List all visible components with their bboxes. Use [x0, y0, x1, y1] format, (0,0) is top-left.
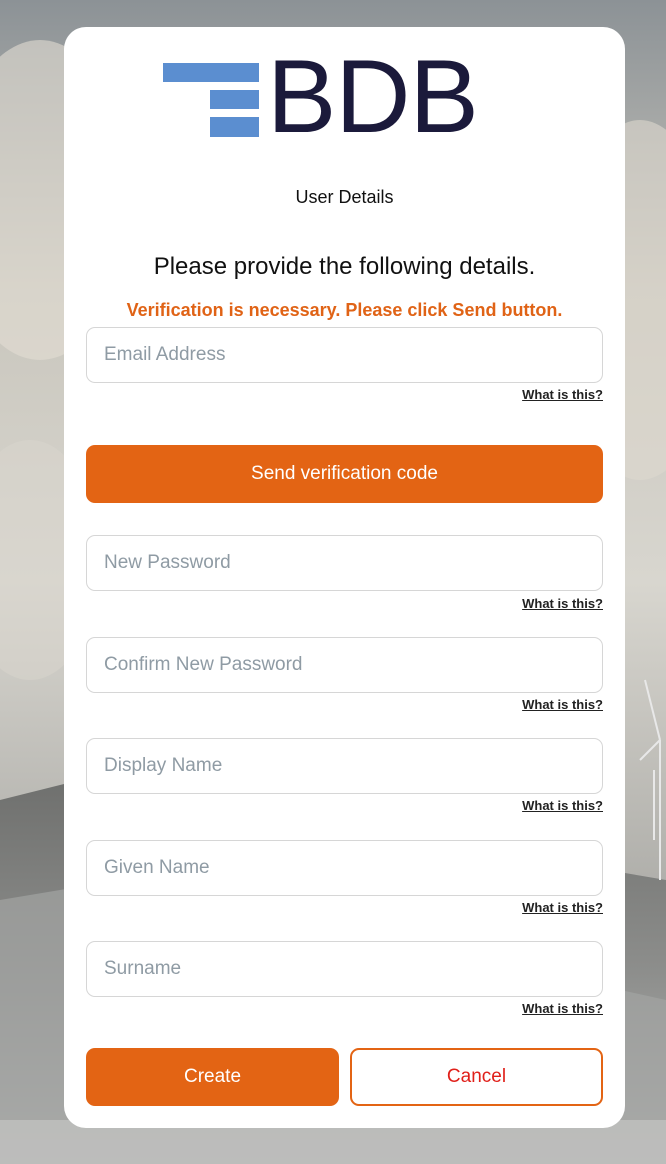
- surname-field[interactable]: [86, 941, 603, 997]
- logo-bar-middle: [210, 90, 259, 109]
- bdb-logo: BDB: [163, 42, 525, 152]
- cancel-button[interactable]: Cancel: [350, 1048, 603, 1106]
- display-name-field[interactable]: [86, 738, 603, 794]
- new-password-field[interactable]: [86, 535, 603, 591]
- confirm-password-field[interactable]: [86, 637, 603, 693]
- given-name-field[interactable]: [86, 840, 603, 896]
- logo-text: BDB: [267, 39, 479, 155]
- given-name-help-link[interactable]: What is this?: [522, 900, 603, 915]
- signup-card: BDB User Details Please provide the foll…: [64, 27, 625, 1128]
- page-heading: Please provide the following details.: [153, 253, 536, 280]
- surname-help-link[interactable]: What is this?: [522, 1001, 603, 1016]
- logo-bar-bottom: [210, 117, 259, 137]
- create-button[interactable]: Create: [86, 1048, 339, 1106]
- send-verification-button[interactable]: Send verification code: [86, 445, 603, 503]
- confirm-password-help-link[interactable]: What is this?: [522, 697, 603, 712]
- logo-bar-top: [163, 63, 259, 82]
- new-password-help-link[interactable]: What is this?: [522, 596, 603, 611]
- page-subtitle: User Details: [295, 187, 394, 207]
- verification-warning: Verification is necessary. Please click …: [126, 300, 563, 320]
- email-field[interactable]: [86, 327, 603, 383]
- display-name-help-link[interactable]: What is this?: [522, 798, 603, 813]
- email-help-link[interactable]: What is this?: [522, 387, 603, 402]
